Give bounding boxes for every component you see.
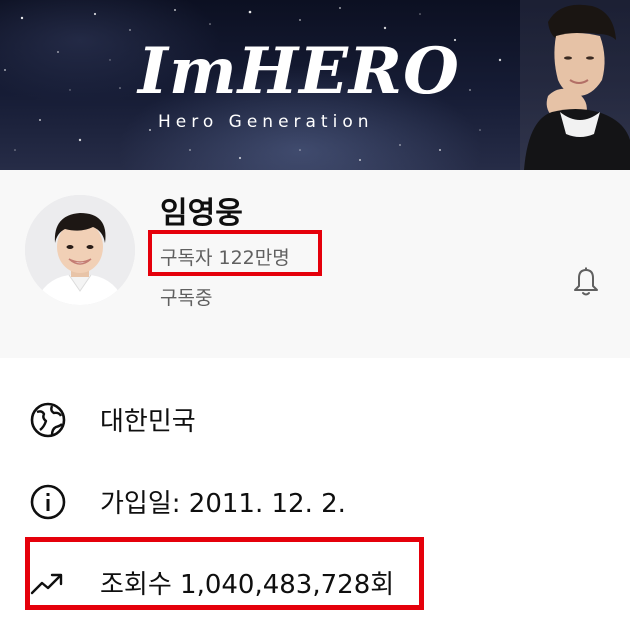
banner-portrait [520,0,630,170]
about-section: 대한민국 가입일: 2011. 12. 2. 조회수 1,040,483,728… [0,358,630,630]
joined-row: 가입일: 2011. 12. 2. [0,475,630,523]
subscriber-count: 구독자 122만명 [160,247,290,269]
view-count-highlight [25,537,424,610]
banner-tagline: Hero Generation [158,112,374,132]
globe-icon [28,400,68,440]
banner-logo: ImHERO [138,34,460,109]
channel-header: 임영웅 구독자 122만명 구독중 [0,170,630,358]
channel-avatar[interactable] [25,195,135,305]
bell-icon[interactable] [570,266,602,298]
avatar-image [25,195,135,305]
channel-name: 임영웅 [160,196,243,231]
country-text: 대한민국 [100,407,196,437]
channel-banner: ImHERO Hero Generation [0,0,630,170]
info-icon [28,482,68,522]
subscription-status[interactable]: 구독중 [160,283,212,310]
joined-date-text: 가입일: 2011. 12. 2. [100,489,346,519]
country-row: 대한민국 [0,393,630,441]
channel-about-page: ImHERO Hero Generation 임영웅 구독자 122만명 구독중… [0,0,630,630]
